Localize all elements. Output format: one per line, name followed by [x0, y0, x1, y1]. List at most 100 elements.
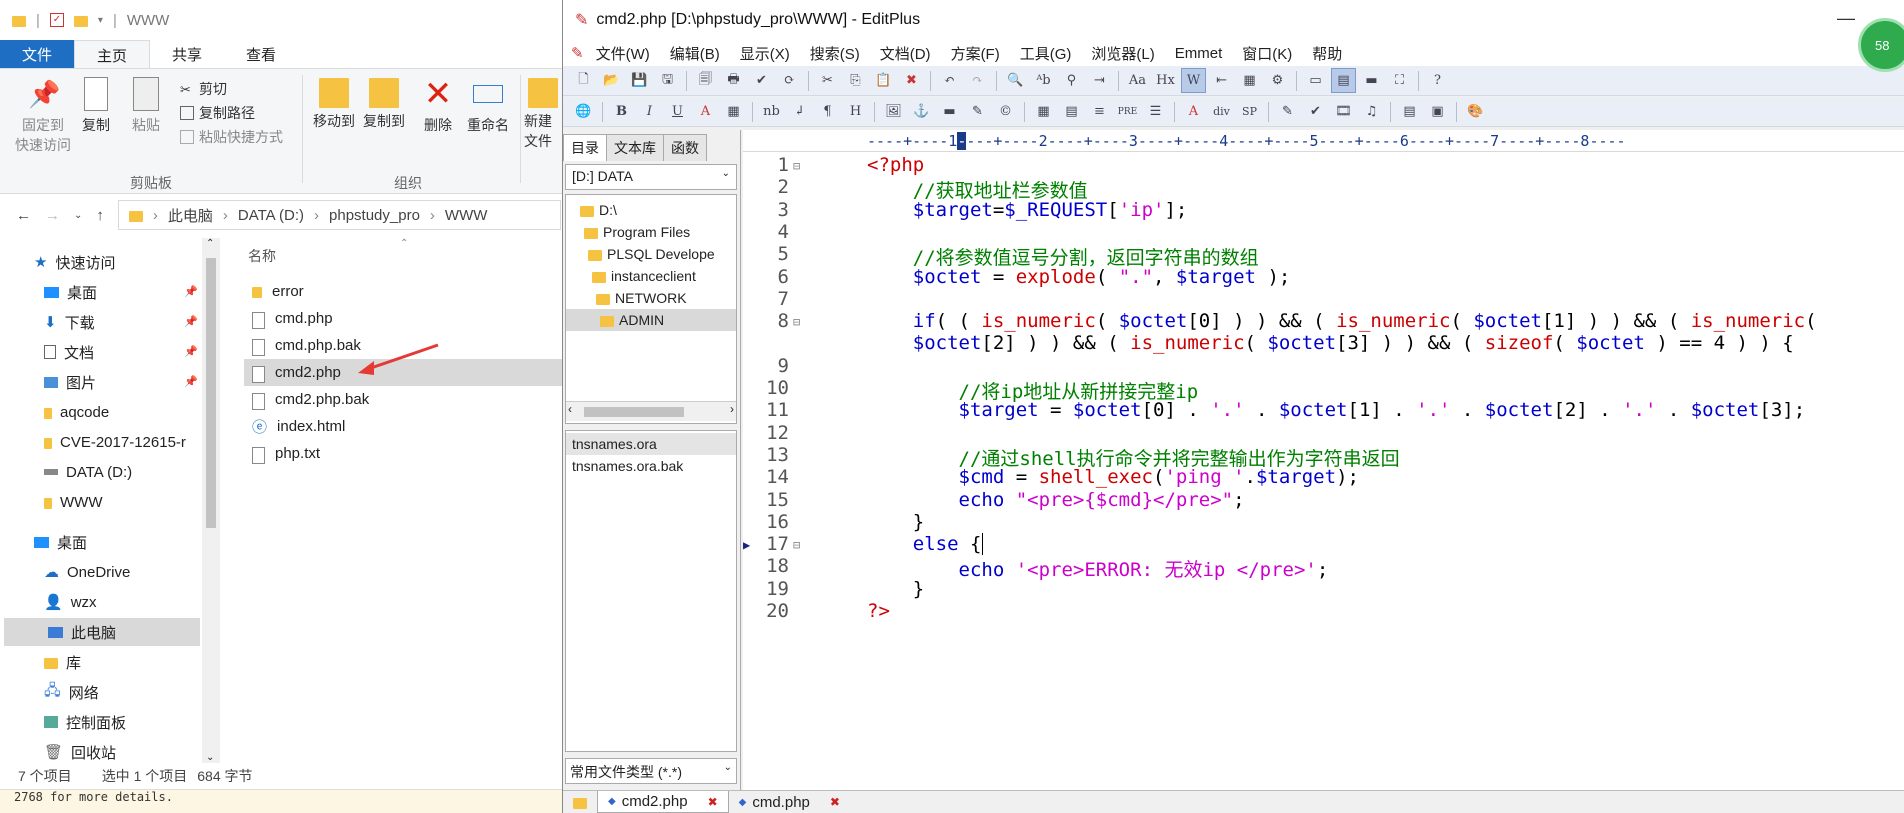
menu-document[interactable]: 文档(D) — [872, 43, 939, 64]
code-line[interactable]: $cmd = shell_exec('ping '.$target); — [867, 466, 1359, 488]
close-tab-icon[interactable]: ✖ — [708, 795, 718, 809]
print-icon[interactable]: 🖶 — [721, 68, 746, 93]
menu-project[interactable]: 方案(F) — [943, 43, 1008, 64]
code-line[interactable]: $octet[2] ) ) && ( is_numeric( $octet[3]… — [867, 332, 1794, 354]
nav-item-recycle-bin[interactable]: 🗑 回收站 — [44, 738, 116, 766]
print-preview-icon[interactable]: 🗐 — [693, 68, 718, 93]
tab-view[interactable]: 查看 — [224, 40, 298, 68]
code-line[interactable]: $octet = explode( ".", $target ); — [867, 266, 1291, 288]
paste-shortcut-button[interactable]: 粘贴快捷方式 — [180, 127, 283, 147]
copy-to-button[interactable]: 复制到 — [356, 77, 412, 131]
nav-item-quick-access[interactable]: ★ 快速访问 — [34, 248, 115, 276]
tree-item[interactable]: PLSQL Develope — [588, 243, 715, 265]
tree-item[interactable]: NETWORK — [596, 287, 687, 309]
pre-icon[interactable]: PRE — [1115, 99, 1140, 124]
image-icon[interactable]: 🖼 — [881, 99, 906, 124]
scroll-left-icon[interactable]: ‹ — [568, 402, 572, 416]
doc-tab-cmd[interactable]: ◆ cmd.php ✖ — [729, 791, 850, 813]
save-all-icon[interactable]: 🖫 — [655, 68, 680, 93]
italic-icon[interactable]: I — [637, 99, 662, 124]
quick-access-dropdown-icon[interactable]: ▾ — [98, 15, 103, 26]
fullscreen-icon[interactable]: ⛶ — [1387, 68, 1412, 93]
menu-file[interactable]: 文件(W) — [588, 43, 658, 64]
word-wrap-icon[interactable]: W — [1181, 68, 1206, 93]
ruler-icon[interactable]: ⇤ — [1209, 68, 1234, 93]
code-line[interactable]: if( ( is_numeric( $octet[0] ) ) && ( is_… — [867, 310, 1817, 332]
scrollbar-thumb[interactable] — [584, 407, 684, 417]
paragraph-icon[interactable]: ¶ — [815, 99, 840, 124]
tab-directory[interactable]: 目录 — [563, 134, 607, 161]
nav-item-desktop-root[interactable]: 桌面 — [34, 528, 87, 556]
copy-button[interactable]: 复制 — [68, 77, 124, 135]
nav-item-data-drive[interactable]: DATA (D:) — [44, 458, 132, 486]
file-row[interactable]: error — [244, 278, 569, 305]
paste-button[interactable]: 粘贴 — [118, 77, 174, 135]
nav-item-this-pc[interactable]: 此电脑 — [4, 618, 200, 646]
nav-item-desktop[interactable]: 桌面 — [44, 278, 97, 306]
open-icon[interactable]: 📂 — [599, 68, 624, 93]
directory-window-icon[interactable]: ▤ — [1331, 68, 1356, 93]
template-icon[interactable]: ▤ — [1397, 99, 1422, 124]
nav-item-documents[interactable]: 文档 — [44, 338, 94, 366]
nav-item-cve-folder[interactable]: CVE-2017-12615-r — [44, 428, 204, 456]
div-icon[interactable]: div — [1209, 99, 1234, 124]
nav-item-www[interactable]: WWW — [44, 488, 102, 516]
menu-view[interactable]: 显示(X) — [732, 43, 798, 64]
forward-icon[interactable]: → — [45, 207, 60, 224]
nav-item-onedrive[interactable]: ☁ OneDrive — [44, 558, 130, 586]
menu-edit[interactable]: 编辑(B) — [662, 43, 728, 64]
list-item[interactable]: tnsnames.ora.bak — [566, 455, 736, 477]
center-icon[interactable]: ≡ — [1087, 99, 1112, 124]
tree-item[interactable]: instanceclient — [592, 265, 696, 287]
menu-search[interactable]: 搜索(S) — [802, 43, 868, 64]
code-line[interactable]: $target = $octet[0] . '.' . $octet[1] . … — [867, 399, 1806, 421]
goto-icon[interactable]: ⇥ — [1087, 68, 1112, 93]
settings-icon[interactable]: ⚙ — [1265, 68, 1290, 93]
find-icon[interactable]: 🔍 — [1003, 68, 1028, 93]
cut-button[interactable]: ✂ 剪切 — [180, 79, 227, 99]
browser-icon[interactable]: 🌐 — [571, 99, 596, 124]
menu-tools[interactable]: 工具(G) — [1012, 43, 1080, 64]
properties-icon[interactable]: ✓ — [49, 13, 64, 27]
palette-icon[interactable]: 🎨 — [1463, 99, 1488, 124]
rename-button[interactable]: 重命名 — [460, 77, 516, 135]
output-window-icon[interactable]: ▬ — [1359, 68, 1384, 93]
code-line[interactable]: echo '<pre>ERROR: 无效ip </pre>'; — [867, 555, 1329, 582]
code-line[interactable]: else { — [867, 533, 984, 556]
scroll-up-icon[interactable]: ⌃ — [206, 238, 214, 249]
doc-tab-cmd2[interactable]: ◆ cmd2.php ✖ — [597, 791, 729, 813]
code-line[interactable]: $target=$_REQUEST['ip']; — [867, 199, 1188, 221]
file-row[interactable]: cmd2.php — [244, 343, 569, 386]
minimize-icon[interactable]: — — [1837, 8, 1855, 29]
menu-help[interactable]: 帮助 — [1304, 43, 1350, 64]
breadcrumb-item[interactable]: phpstudy_pro — [329, 207, 420, 224]
cut-icon[interactable]: ✂ — [815, 68, 840, 93]
clip-icon[interactable]: ▣ — [1425, 99, 1450, 124]
save-icon[interactable]: 💾 — [627, 68, 652, 93]
scrollbar-thumb[interactable] — [206, 258, 216, 528]
hr-icon[interactable]: ▬ — [937, 99, 962, 124]
tree-scrollbar[interactable]: ‹ › — [566, 401, 736, 421]
new-folder-icon[interactable] — [73, 15, 88, 27]
file-row[interactable]: cmd2.php.bak — [244, 386, 569, 413]
up-icon[interactable]: ↑ — [96, 207, 104, 224]
column-select-icon[interactable]: ▦ — [1237, 68, 1262, 93]
scroll-right-icon[interactable]: › — [730, 402, 734, 416]
tree-item[interactable]: D:\ — [580, 199, 617, 221]
breadcrumb[interactable]: › 此电脑 › DATA (D:) › phpstudy_pro › WWW — [117, 200, 561, 230]
back-icon[interactable]: ← — [16, 207, 31, 224]
fold-toggle-icon[interactable]: ⊟ — [793, 315, 800, 329]
edit-icon[interactable]: ✎ — [1275, 99, 1300, 124]
code-line[interactable]: } — [867, 578, 924, 600]
menu-browser[interactable]: 浏览器(L) — [1083, 43, 1162, 64]
nav-item-library[interactable]: 库 — [44, 648, 81, 676]
style-icon[interactable]: A — [1181, 99, 1206, 124]
span-icon[interactable]: SP — [1237, 99, 1262, 124]
menu-window[interactable]: 窗口(K) — [1234, 43, 1300, 64]
new-file-icon[interactable]: 🗋 — [571, 68, 596, 93]
font-icon[interactable]: Aa — [1125, 68, 1150, 93]
nav-item-network[interactable]: 🖧 网络 — [44, 678, 99, 706]
fold-toggle-icon[interactable]: ⊟ — [793, 159, 800, 173]
replace-icon[interactable]: ᴬb — [1031, 68, 1056, 93]
heading-icon[interactable]: H — [843, 99, 868, 124]
